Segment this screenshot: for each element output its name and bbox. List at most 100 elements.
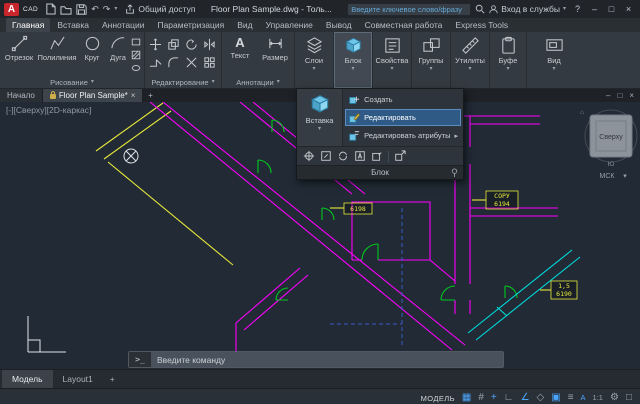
open-file-icon[interactable] [60,4,72,15]
start-tab-label: Начало [7,91,35,100]
edit-attributes-item[interactable]: Редактировать атрибуты ▸ [345,127,461,144]
dimension-tool-button[interactable]: Размер [260,35,290,62]
rotate-tool-icon[interactable] [185,38,198,51]
draw-panel-footer[interactable]: Рисование ▾ [0,76,144,88]
snap-toggle-icon[interactable]: # [478,393,484,403]
clean-screen-icon[interactable]: □ [626,393,632,403]
pin-icon[interactable] [450,168,459,177]
maximize-button[interactable]: □ [606,5,617,14]
ribbon-tab-express[interactable]: Express Tools [449,18,514,32]
ellipse-tool-icon[interactable] [131,63,141,73]
ribbon-tab-collaborate[interactable]: Совместная работа [359,18,449,32]
ribbon-tab-output[interactable]: Вывод [320,18,358,32]
command-line[interactable]: >_ Введите команду [128,351,504,368]
viewcube[interactable]: Сверху Ю ⌂ МСК ▾ [580,109,637,180]
model-tab[interactable]: Модель [2,370,53,388]
attribute-definition-icon[interactable] [354,150,366,162]
model-space-indicator[interactable]: МОДЕЛЬ [421,394,455,403]
new-file-tab-button[interactable]: + [143,89,157,102]
view-icon [545,36,564,55]
sign-in-button[interactable]: Вход в службы ▾ [489,4,566,14]
ribbon-tab-annotate[interactable]: Аннотации [96,18,151,32]
viewcube-face-label[interactable]: Сверху [599,134,623,141]
rectangle-tool-icon[interactable] [131,37,141,47]
annotation-visibility-icon[interactable]: A [581,394,586,402]
edit-block-label: Редактировать [364,113,416,122]
viewport-controls[interactable]: [-][Сверху][2D-каркас] [6,105,91,115]
attach-reference-icon[interactable] [320,150,332,162]
save-file-icon[interactable] [76,4,87,15]
drawing-restore-icon[interactable]: □ [617,91,622,100]
annotation-panel-footer[interactable]: Аннотации ▾ [222,76,294,88]
ribbon-tab-home[interactable]: Главная [6,18,50,32]
qat-dropdown-icon[interactable]: ▾ [114,6,117,12]
command-input-placeholder[interactable]: Введите команду [151,355,225,365]
groups-button[interactable]: Группы ▾ [412,32,451,88]
drawing-minimize-icon[interactable]: – [606,91,610,100]
move-tool-icon[interactable] [149,38,162,51]
wcs-menu[interactable]: МСК [600,173,616,180]
block-button[interactable]: Блок ▾ [334,32,373,88]
file-tab-active[interactable]: Floor Plan Sample* × [43,89,144,102]
search-input[interactable] [347,3,471,16]
insert-block-button[interactable]: Вставка ▾ [297,89,343,146]
sync-attributes-icon[interactable] [337,150,349,162]
view-button[interactable]: Вид ▾ [527,32,581,88]
hatch-tool-icon[interactable] [131,50,141,60]
ribbon-tab-view[interactable]: Вид [231,18,258,32]
mirror-tool-icon[interactable] [203,38,216,51]
draw-panel: Отрезок Полилиния Круг Дуга [0,32,145,88]
stretch-tool-icon[interactable] [149,56,162,69]
file-tab-start[interactable]: Начало [0,89,43,102]
close-button[interactable]: × [623,5,634,14]
viewcube-south-label[interactable]: Ю [608,161,615,168]
create-block-item[interactable]: Создать [345,91,461,108]
minimize-button[interactable]: – [589,5,600,14]
app-logo-icon[interactable]: A [4,3,19,16]
properties-button[interactable]: Свойства ▾ [373,32,412,88]
text-tool-button[interactable]: A Текст [226,35,254,60]
layers-button[interactable]: Слои ▾ [295,32,334,88]
grid-toggle-icon[interactable]: ▦ [462,393,471,403]
share-button[interactable]: Общий доступ [125,4,195,14]
utilities-button[interactable]: Утилиты ▾ [451,32,490,88]
search-icon[interactable] [475,4,485,14]
trim-tool-icon[interactable] [185,56,198,69]
modify-panel-footer[interactable]: Редактирование ▾ [145,76,221,88]
command-prompt-icon: >_ [129,352,151,367]
polyline-tool-button[interactable]: Полилиния [36,35,78,62]
base-point-icon[interactable] [303,150,315,162]
line-tool-button[interactable]: Отрезок [3,35,35,62]
object-snap-icon[interactable]: ▣ [551,393,560,403]
edit-block-item[interactable]: Редактировать [345,109,461,126]
clipboard-label: Буфе [499,56,518,65]
help-icon[interactable]: ? [572,5,583,14]
clipboard-button[interactable]: Буфе ▾ [490,32,527,88]
array-tool-icon[interactable] [203,56,216,69]
file-tab-close-icon[interactable]: × [131,91,136,100]
ribbon-tab-manage[interactable]: Управление [260,18,319,32]
export-block-icon[interactable] [394,150,406,162]
block-editor-icon[interactable] [371,150,383,162]
circle-tool-button[interactable]: Круг [79,35,105,62]
viewcube-home-icon[interactable]: ⌂ [580,109,584,116]
new-file-icon[interactable] [45,3,56,15]
dynamic-input-icon[interactable]: + [491,393,497,403]
polar-tracking-icon[interactable]: ∠ [521,393,530,403]
redo-icon[interactable]: ↷ [103,5,111,14]
lineweight-icon[interactable]: ≡ [568,393,574,403]
ribbon-tab-insert[interactable]: Вставка [51,18,95,32]
customization-gear-icon[interactable]: ⚙ [610,393,619,403]
annotation-scale-indicator[interactable]: 1:1 [593,394,603,402]
ribbon-tab-parametric[interactable]: Параметризация [151,18,230,32]
drawing-close-icon[interactable]: × [629,91,634,100]
undo-icon[interactable]: ↶ [91,5,99,14]
copy-tool-icon[interactable] [167,38,180,51]
fillet-tool-icon[interactable] [167,56,180,69]
ortho-toggle-icon[interactable]: ∟ [504,393,514,403]
isodraft-icon[interactable]: ◇ [537,393,545,403]
layout1-tab[interactable]: Layout1 [53,370,103,388]
wcs-dropdown-icon[interactable]: ▾ [623,173,627,180]
arc-tool-button[interactable]: Дуга [106,35,130,62]
add-layout-button[interactable]: + [103,370,122,388]
